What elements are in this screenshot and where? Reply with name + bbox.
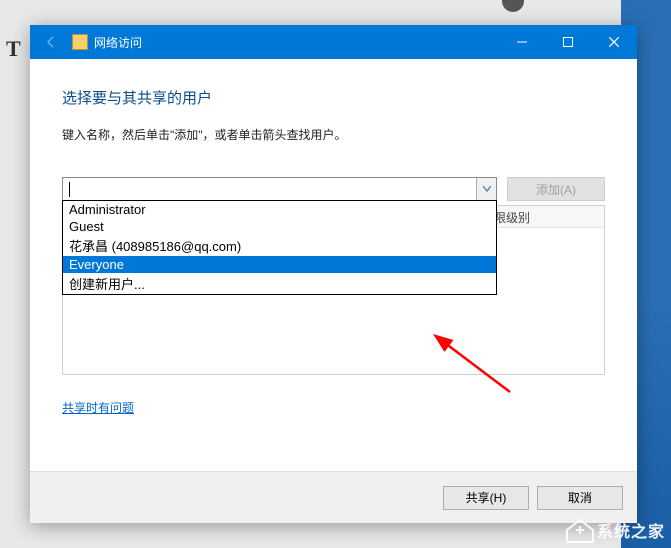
browser-avatar (502, 0, 524, 12)
text-caret (69, 182, 70, 197)
dropdown-item[interactable]: Everyone (63, 256, 496, 273)
user-combo[interactable] (62, 177, 497, 201)
dropdown-toggle[interactable] (476, 178, 496, 200)
back-button[interactable] (40, 31, 62, 53)
help-link[interactable]: 共享时有问题 (62, 399, 134, 416)
maximize-button[interactable] (545, 25, 591, 59)
chevron-down-icon (483, 186, 491, 192)
user-input-row: 添加(A) AdministratorGuest花承昌 (408985186@q… (62, 177, 605, 201)
dropdown-item[interactable]: Guest (63, 218, 496, 235)
instruction-text: 键入名称，然后单击"添加"，或者单击箭头查找用户。 (62, 126, 605, 143)
minimize-button[interactable] (499, 25, 545, 59)
dropdown-item[interactable]: 花承昌 (408985186@qq.com) (63, 235, 496, 256)
content-area: 选择要与其共享的用户 键入名称，然后单击"添加"，或者单击箭头查找用户。 添加(… (30, 59, 637, 471)
close-button[interactable] (591, 25, 637, 59)
cancel-button[interactable]: 取消 (537, 486, 623, 510)
user-input[interactable] (63, 178, 476, 200)
add-button: 添加(A) (507, 177, 605, 201)
background-t-glyph: T (6, 36, 21, 62)
window-title: 网络访问 (94, 34, 142, 51)
app-icon (72, 34, 88, 50)
dialog-footer: 共享(H) 取消 (30, 471, 637, 523)
network-access-dialog: 网络访问 选择要与其共享的用户 键入名称，然后单击"添加"，或者单击箭头查找用户… (30, 25, 637, 523)
page-heading: 选择要与其共享的用户 (62, 87, 605, 108)
share-button[interactable]: 共享(H) (443, 486, 529, 510)
user-dropdown: AdministratorGuest花承昌 (408985186@qq.com)… (62, 200, 497, 295)
titlebar: 网络访问 (30, 25, 637, 59)
dropdown-item[interactable]: Administrator (63, 201, 496, 218)
dropdown-item[interactable]: 创建新用户... (63, 273, 496, 294)
